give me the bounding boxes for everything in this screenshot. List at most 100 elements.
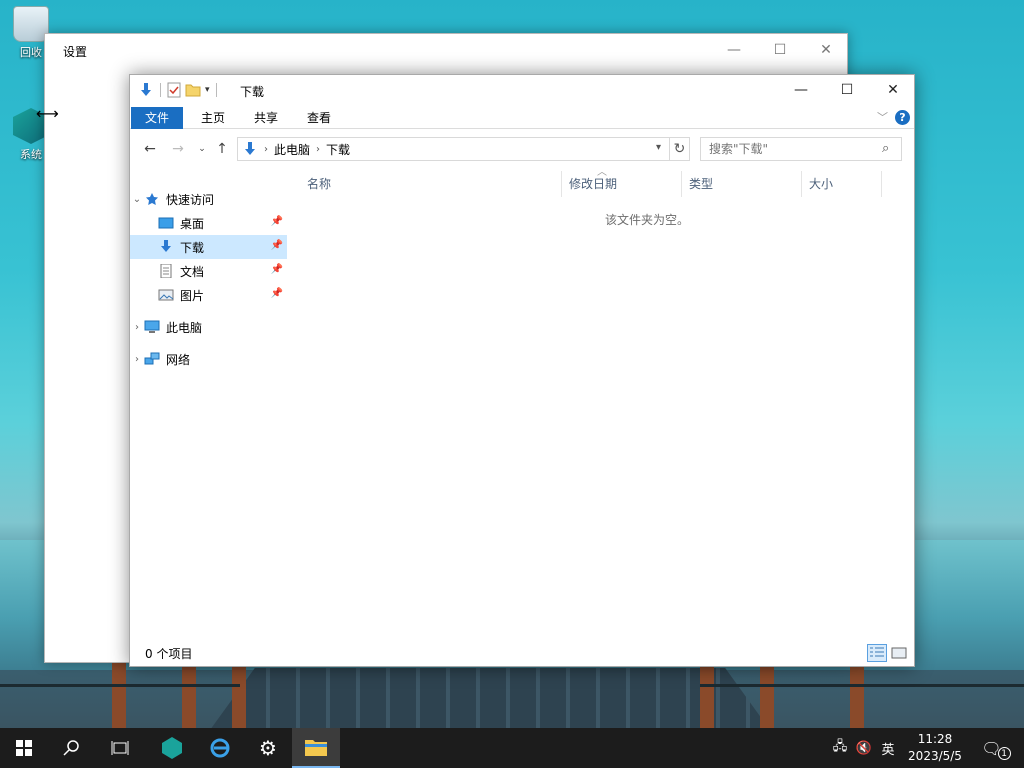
taskbar-system-app[interactable] <box>148 728 196 768</box>
desktop-folder-icon <box>158 217 174 229</box>
tab-view[interactable]: 查看 <box>293 107 345 129</box>
back-button[interactable]: ← <box>140 139 160 159</box>
nav-quick-access[interactable]: ⌄ 快速访问 <box>130 187 287 211</box>
nav-item-desktop[interactable]: 桌面 📌 <box>130 211 287 235</box>
desktop-pier <box>210 668 770 730</box>
tab-home[interactable]: 主页 <box>187 107 239 129</box>
search-icon[interactable]: ⌕ <box>882 141 889 156</box>
nav-item-label: 文档 <box>180 264 205 279</box>
volume-muted-icon[interactable]: 🔇 <box>852 728 876 768</box>
pin-icon[interactable]: 📌 <box>271 240 283 251</box>
nav-quick-access-label: 快速访问 <box>166 192 215 207</box>
nav-this-pc[interactable]: › 此电脑 <box>130 315 287 339</box>
settings-window-title: 设置 <box>63 45 88 59</box>
nav-item-label: 下载 <box>180 240 205 255</box>
breadcrumb-this-pc[interactable]: 此电脑 <box>274 141 310 158</box>
ribbon-tabs: 文件 主页 共享 查看 ﹀ ? <box>130 105 914 129</box>
navigation-pane: ⌄ 快速访问 桌面 📌 下载 📌 文档 📌 图片 📌 › 此电脑 › 网络 <box>130 187 290 627</box>
pier-post <box>232 660 246 730</box>
tab-file[interactable]: 文件 <box>131 107 184 129</box>
explorer-minimize-button[interactable]: — <box>778 75 824 105</box>
documents-folder-icon <box>160 264 172 278</box>
pier-rope <box>700 684 1024 687</box>
nav-network-label: 网络 <box>166 352 191 367</box>
taskbar-clock[interactable]: 11:28 2023/5/5 <box>900 731 970 765</box>
pier-rope <box>0 684 240 687</box>
pictures-folder-icon <box>158 289 174 301</box>
chevron-right-icon[interactable]: › <box>130 354 144 365</box>
pin-icon[interactable]: 📌 <box>271 264 283 275</box>
pier-post <box>112 660 126 730</box>
column-header-date-modified[interactable]: 修改日期 <box>562 171 682 197</box>
desktop-icon-label: 回收 <box>20 46 42 59</box>
empty-folder-message: 该文件夹为空。 <box>604 213 689 227</box>
pier-post <box>850 660 864 730</box>
details-view-button[interactable] <box>867 644 887 662</box>
nav-item-label: 图片 <box>180 288 205 303</box>
task-view-button[interactable] <box>96 728 144 768</box>
download-folder-icon <box>245 142 255 155</box>
breadcrumb-separator[interactable]: › <box>316 144 320 155</box>
address-dropdown-icon[interactable]: ▾ <box>656 142 661 153</box>
qat-dropdown-icon[interactable]: ▾ <box>205 85 210 95</box>
taskbar-file-explorer[interactable] <box>292 728 340 768</box>
explorer-close-button[interactable]: ✕ <box>870 75 916 105</box>
explorer-titlebar[interactable]: ▾ 下载 — ☐ ✕ <box>130 75 914 105</box>
desktop-icon-label: 系统 <box>20 148 42 161</box>
pin-icon[interactable]: 📌 <box>271 216 283 227</box>
file-explorer-window[interactable]: ▾ 下载 — ☐ ✕ 文件 主页 共享 查看 ﹀ ? ← → ⌄ ↑ › 此电脑… <box>129 74 915 667</box>
settings-minimize-button[interactable]: — <box>711 38 757 62</box>
network-icon <box>144 352 160 365</box>
input-method-indicator[interactable]: 英 <box>876 728 900 768</box>
taskbar-internet-explorer[interactable] <box>196 728 244 768</box>
properties-icon[interactable] <box>167 82 181 98</box>
computer-icon <box>144 320 160 333</box>
large-icons-view-button[interactable] <box>889 644 909 662</box>
network-status-icon[interactable]: 🖧 <box>828 728 852 768</box>
large-icons-view-icon <box>891 647 907 659</box>
taskbar-search-button[interactable] <box>48 728 96 768</box>
nav-item-pictures[interactable]: 图片 📌 <box>130 283 287 307</box>
clock-time: 11:28 <box>917 732 953 746</box>
pin-icon[interactable]: 📌 <box>271 288 283 299</box>
nav-this-pc-label: 此电脑 <box>166 320 203 335</box>
recent-locations-dropdown[interactable]: ⌄ <box>192 139 212 159</box>
windows-logo-icon <box>16 740 32 756</box>
gear-icon: ⚙ <box>259 736 277 760</box>
nav-item-downloads[interactable]: 下载 📌 <box>130 235 287 259</box>
chevron-down-icon[interactable]: ⌄ <box>130 194 144 205</box>
status-bar: 0 个项目 <box>130 640 914 666</box>
nav-network[interactable]: › 网络 <box>130 347 287 371</box>
breadcrumb-separator[interactable]: › <box>264 144 268 155</box>
taskbar-settings[interactable]: ⚙ <box>244 728 292 768</box>
column-header-name[interactable]: 名称 <box>300 171 562 197</box>
forward-button[interactable]: → <box>168 139 188 159</box>
pier-post <box>760 660 774 730</box>
up-button[interactable]: ↑ <box>212 139 232 159</box>
action-center-button[interactable]: 🗨 1 <box>976 728 1016 768</box>
search-input[interactable] <box>700 137 902 161</box>
address-bar[interactable]: › 此电脑 › 下载 <box>237 137 670 161</box>
refresh-button[interactable]: ↻ <box>670 137 690 161</box>
tab-share[interactable]: 共享 <box>240 107 292 129</box>
explorer-maximize-button[interactable]: ☐ <box>824 75 870 105</box>
settings-maximize-button[interactable]: ☐ <box>757 38 803 62</box>
settings-close-button[interactable]: ✕ <box>803 38 849 62</box>
pier-post <box>700 660 714 730</box>
item-count: 0 个项目 <box>145 647 193 661</box>
download-folder-icon <box>161 240 171 252</box>
taskbar: ⚙ 🖧 🔇 英 11:28 2023/5/5 🗨 1 <box>0 728 1024 768</box>
breadcrumb-downloads[interactable]: 下载 <box>326 141 350 158</box>
download-arrow-icon[interactable] <box>138 82 154 98</box>
new-folder-icon[interactable] <box>185 82 201 98</box>
quick-access-toolbar: ▾ <box>138 82 219 98</box>
nav-item-documents[interactable]: 文档 📌 <box>130 259 287 283</box>
ribbon-expand-chevron-icon[interactable]: ﹀ <box>877 109 888 125</box>
help-icon[interactable]: ? <box>895 110 910 125</box>
column-header-size[interactable]: 大小 <box>802 171 882 197</box>
chevron-right-icon[interactable]: › <box>130 322 144 333</box>
column-header-type[interactable]: 类型 <box>682 171 802 197</box>
folder-icon <box>305 740 327 756</box>
file-list[interactable]: ︿ 名称 修改日期 类型 大小 该文件夹为空。 <box>300 167 914 631</box>
start-button[interactable] <box>0 728 48 768</box>
